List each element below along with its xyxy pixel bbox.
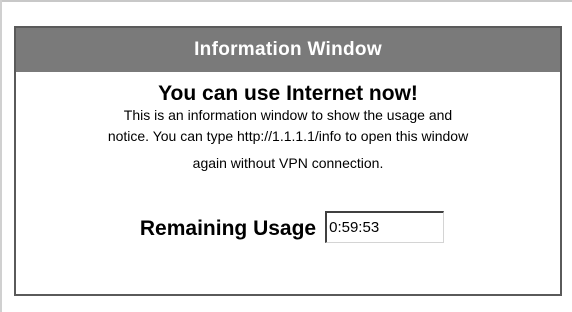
window-title: Information Window <box>194 39 382 60</box>
frame-top-border <box>0 0 572 2</box>
remaining-usage-field[interactable] <box>325 211 445 243</box>
information-window: Information Window You can use Internet … <box>14 26 562 296</box>
remaining-usage-label: Remaining Usage <box>139 217 317 240</box>
page: Information Window You can use Internet … <box>0 0 572 312</box>
window-title-bar: Information Window <box>16 28 560 72</box>
notice-text: This is an information window to show th… <box>26 105 551 174</box>
notice-line-2: notice. You can type http://1.1.1.1/info… <box>107 128 469 144</box>
notice-line-1: This is an information window to show th… <box>123 107 453 123</box>
notice-line-3: again without VPN connection. <box>192 155 384 171</box>
frame-left-border <box>0 0 2 312</box>
remaining-usage-row: Remaining Usage <box>24 211 560 243</box>
headline: You can use Internet now! <box>158 82 418 105</box>
